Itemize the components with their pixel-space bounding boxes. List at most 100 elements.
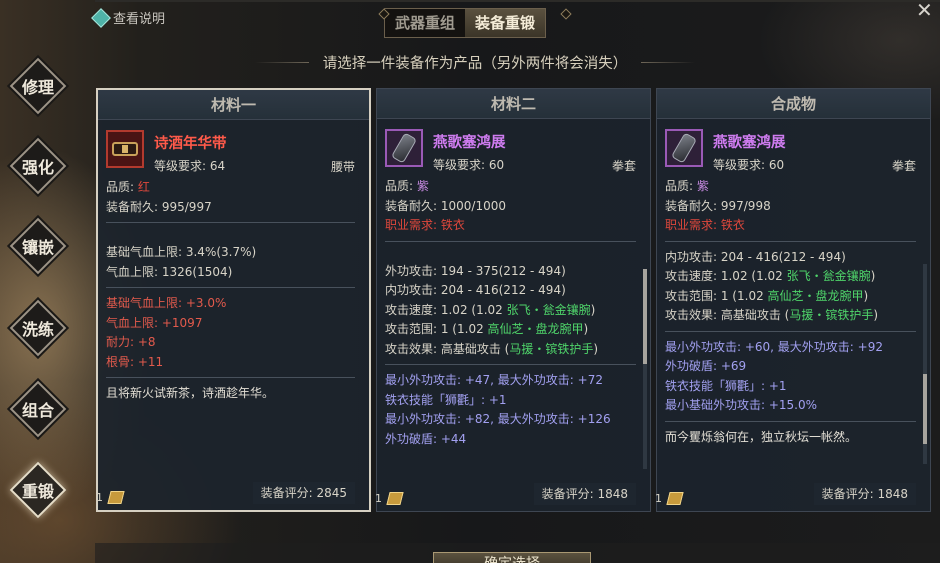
attack-range: 攻击范围: 1 (1.02 高仙芝・盘龙腕甲) xyxy=(665,287,916,307)
panel-header: 材料二 xyxy=(377,89,650,119)
stat-text: ) xyxy=(593,341,599,356)
side-item-label: 组合 xyxy=(21,401,54,420)
stat-text: 攻击效果: 高基础攻击 ( xyxy=(385,341,510,356)
equipment-score: 装备评分: 1848 xyxy=(533,483,636,505)
quality-value: 红 xyxy=(137,180,150,194)
bonus-stat: 气血上限: +1097 xyxy=(106,315,203,330)
item-slot: 拳套 xyxy=(611,159,636,173)
base-stat: 基础气血上限: 3.4%(3.7%) xyxy=(106,245,257,259)
tab-equipment-reforge[interactable]: 装备重锻 xyxy=(465,9,546,37)
quality-label: 品质: xyxy=(665,179,697,193)
bonus-stat: 铁衣技能「狮氍」: +1 xyxy=(385,392,507,407)
set-source: 高仙芝・盘龙腕甲 xyxy=(487,322,584,336)
set-source: 马援・镔铁护手 xyxy=(509,341,594,356)
divider-left xyxy=(255,62,309,63)
stat-text: ) xyxy=(873,308,879,322)
help-link[interactable]: 查看说明 xyxy=(91,7,166,28)
side-item-label: 修理 xyxy=(21,78,54,97)
flavor-text: 而今矍烁翁何在，独立秋坛一帐然。 xyxy=(665,429,858,444)
item-name: 燕歌塞鸿展 xyxy=(713,135,786,151)
panel-header: 合成物 xyxy=(657,89,930,119)
book-icon xyxy=(107,491,125,504)
durability-row: 装备耐久: 1000/1000 xyxy=(385,198,506,213)
item-icon-frame xyxy=(385,129,423,167)
attack-speed: 攻击速度: 1.02 (1.02 张飞・瓮金镶腕) xyxy=(385,301,636,321)
class-requirement: 职业需求: 铁衣 xyxy=(665,216,916,236)
item-details: 品质: 紫 装备耐久: 997/998 职业需求: 铁衣 内功攻击: 204 -… xyxy=(665,177,916,447)
set-source: 张飞・瓮金镶腕 xyxy=(786,269,871,283)
side-item-inlay[interactable]: 镶嵌 xyxy=(9,217,67,275)
belt-icon xyxy=(112,142,138,156)
help-label: 查看说明 xyxy=(113,12,166,27)
durability-row: 装备耐久: 995/997 xyxy=(106,199,212,214)
side-item-repair[interactable]: 修理 xyxy=(9,57,67,115)
item-icon-frame xyxy=(106,130,144,168)
bonus-stat: 最小外功攻击: +60, 最大外功攻击: +92 xyxy=(665,339,883,354)
panel-header: 材料一 xyxy=(98,90,369,120)
item-slot: 拳套 xyxy=(891,159,916,173)
gauntlet-icon xyxy=(390,132,418,164)
side-item-combine[interactable]: 组合 xyxy=(9,380,67,438)
attack-stat: 外功攻击: 194 - 375(212 - 494) xyxy=(385,263,566,278)
side-item-enhance[interactable]: 强化 xyxy=(9,137,67,195)
top-divider xyxy=(95,0,940,2)
quality-label: 品质: xyxy=(106,180,138,194)
attack-range: 攻击范围: 1 (1.02 高仙芝・盘龙腕甲) xyxy=(385,320,636,340)
scrollbar-thumb[interactable] xyxy=(643,269,647,364)
bonus-stat: 最小外功攻击: +82, 最大外功攻击: +126 xyxy=(385,412,611,426)
class-requirement: 职业需求: 铁衣 xyxy=(385,216,636,236)
item-count: 1 xyxy=(96,491,103,504)
level-requirement: 等级要求: 60 xyxy=(713,158,785,172)
divider xyxy=(385,364,636,365)
base-stat: 气血上限: 1326(1504) xyxy=(106,264,233,279)
material-two-panel[interactable]: 材料二 燕歌塞鸿展 等级要求: 60 拳套 品质: 紫 装备耐久: 1000/1… xyxy=(375,88,651,512)
divider xyxy=(665,420,916,422)
set-source: 张飞・瓮金镶腕 xyxy=(506,302,591,317)
stat-text: ) xyxy=(590,302,596,317)
item-icon-frame xyxy=(665,129,703,167)
attack-speed: 攻击速度: 1.02 (1.02 张飞・瓮金镶腕) xyxy=(665,267,916,287)
item-count: 1 xyxy=(375,492,382,505)
bonus-stat: 外功破盾: +69 xyxy=(665,359,747,373)
quality-value: 紫 xyxy=(416,179,429,193)
stat-text: ) xyxy=(870,269,876,283)
instruction-row: 请选择一件装备作为产品（另外两件将会消失） xyxy=(255,52,695,73)
bonus-stat: 基础气血上限: +3.0% xyxy=(106,296,227,310)
product-panel[interactable]: 合成物 燕歌塞鸿展 等级要求: 60 拳套 品质: 紫 装备耐久: 997/99… xyxy=(655,88,931,512)
tab-weapon-recombine[interactable]: 武器重组 xyxy=(385,9,465,37)
durability-row: 装备耐久: 997/998 xyxy=(665,198,771,213)
count-area: 1 xyxy=(96,491,125,504)
item-name: 燕歌塞鸿展 xyxy=(433,135,506,151)
item-details: 品质: 红 装备耐久: 995/997 基础气血上限: 3.4%(3.7%) 气… xyxy=(106,178,355,404)
panel-footer: 1 装备评分: 1848 xyxy=(375,481,650,511)
bonus-stat: 外功破盾: +44 xyxy=(385,431,467,446)
quality-label: 品质: xyxy=(385,179,417,193)
gauntlet-icon xyxy=(670,132,698,164)
side-item-reforge[interactable]: 重锻 xyxy=(9,461,67,519)
bonus-stat: 铁衣技能「狮氍」: +1 xyxy=(665,378,787,393)
divider xyxy=(385,240,636,242)
level-requirement: 等级要求: 64 xyxy=(154,159,226,173)
quality-row: 品质: 红 xyxy=(106,178,355,198)
stat-text: ) xyxy=(863,288,869,303)
attack-effect: 攻击效果: 高基础攻击 (马援・镔铁护手) xyxy=(385,340,636,360)
bonus-stat: 最小基础外功攻击: +15.0% xyxy=(665,398,818,412)
material-one-panel[interactable]: 材料一 诗酒年华带 等级要求: 64 腰带 品质: 红 装备耐久: 995/99… xyxy=(96,88,371,512)
attack-effect: 攻击效果: 高基础攻击 (马援・镔铁护手) xyxy=(665,306,916,326)
stat-text: 攻击速度: 1.02 (1.02 xyxy=(665,269,787,283)
confirm-selection-button[interactable]: 确定选择 xyxy=(433,552,591,563)
divider xyxy=(665,330,916,332)
side-item-refine[interactable]: 洗练 xyxy=(9,299,67,357)
level-requirement: 等级要求: 60 xyxy=(433,158,505,172)
quality-value: 紫 xyxy=(696,179,709,193)
flavor-text: 且将新火试新茶，诗酒趁年华。 xyxy=(106,386,275,400)
side-item-label: 镶嵌 xyxy=(21,238,54,257)
attack-stat: 内功攻击: 204 - 416(212 - 494) xyxy=(385,283,566,297)
close-icon[interactable]: ✕ xyxy=(916,0,933,22)
class-value: 铁衣 xyxy=(440,218,465,232)
stat-text: 攻击范围: 1 (1.02 xyxy=(665,288,768,303)
scrollbar-thumb[interactable] xyxy=(923,374,927,444)
panel-footer: 1 装备评分: 2845 xyxy=(96,480,369,510)
divider xyxy=(106,222,355,223)
bonus-stat: 最小外功攻击: +47, 最大外功攻击: +72 xyxy=(385,373,603,387)
